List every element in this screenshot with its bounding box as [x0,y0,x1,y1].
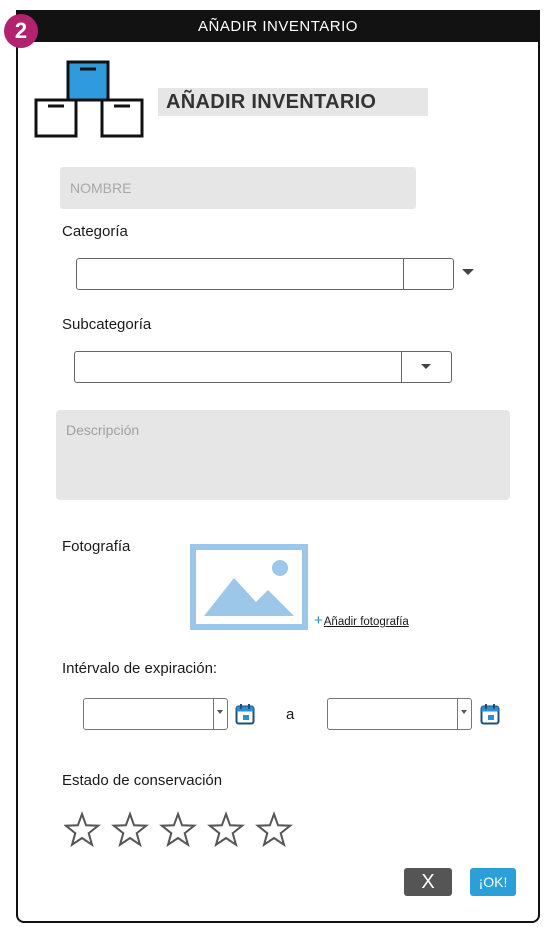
expiration-from-dropdown[interactable] [213,699,227,729]
description-textarea[interactable] [56,410,510,500]
condition-label: Estado de conservación [62,772,223,789]
expiration-label: Intérvalo de expiración: [62,660,218,677]
ok-button[interactable]: ¡OK! [470,868,516,896]
category-label: Categoría [62,223,128,240]
calendar-icon[interactable] [480,703,500,725]
range-separator: a [286,706,295,723]
star-icon[interactable] [111,811,149,848]
photo-label: Fotografía [62,538,131,555]
calendar-icon[interactable] [235,703,255,725]
star-icon[interactable] [207,811,245,848]
subcategory-select[interactable] [74,351,452,383]
plus-icon: + [314,612,323,629]
expiration-to-input[interactable] [327,698,472,730]
subcategory-dropdown-button[interactable] [401,352,451,382]
cancel-button[interactable]: X [404,868,452,896]
subcategory-label: Subcategoría [62,316,152,333]
chevron-down-icon [421,364,431,369]
page-title: AÑADIR INVENTARIO [158,88,428,116]
category-dropdown-button[interactable] [403,259,453,289]
star-icon[interactable] [159,811,197,848]
star-rating[interactable] [64,810,294,850]
boxes-icon [34,60,144,138]
star-icon[interactable] [255,811,293,848]
name-input[interactable] [60,167,416,209]
image-placeholder-icon[interactable] [190,544,308,630]
category-select[interactable] [76,258,454,290]
window-title: AÑADIR INVENTARIO [16,10,540,42]
star-icon[interactable] [64,811,101,848]
chevron-down-icon[interactable] [462,269,474,275]
add-photo-label: Añadir fotografía [323,616,409,628]
expiration-to-dropdown[interactable] [457,699,471,729]
expiration-from-input[interactable] [83,698,228,730]
add-photo-link[interactable]: +Añadir fotografía [314,612,409,629]
step-badge: 2 [4,14,38,48]
